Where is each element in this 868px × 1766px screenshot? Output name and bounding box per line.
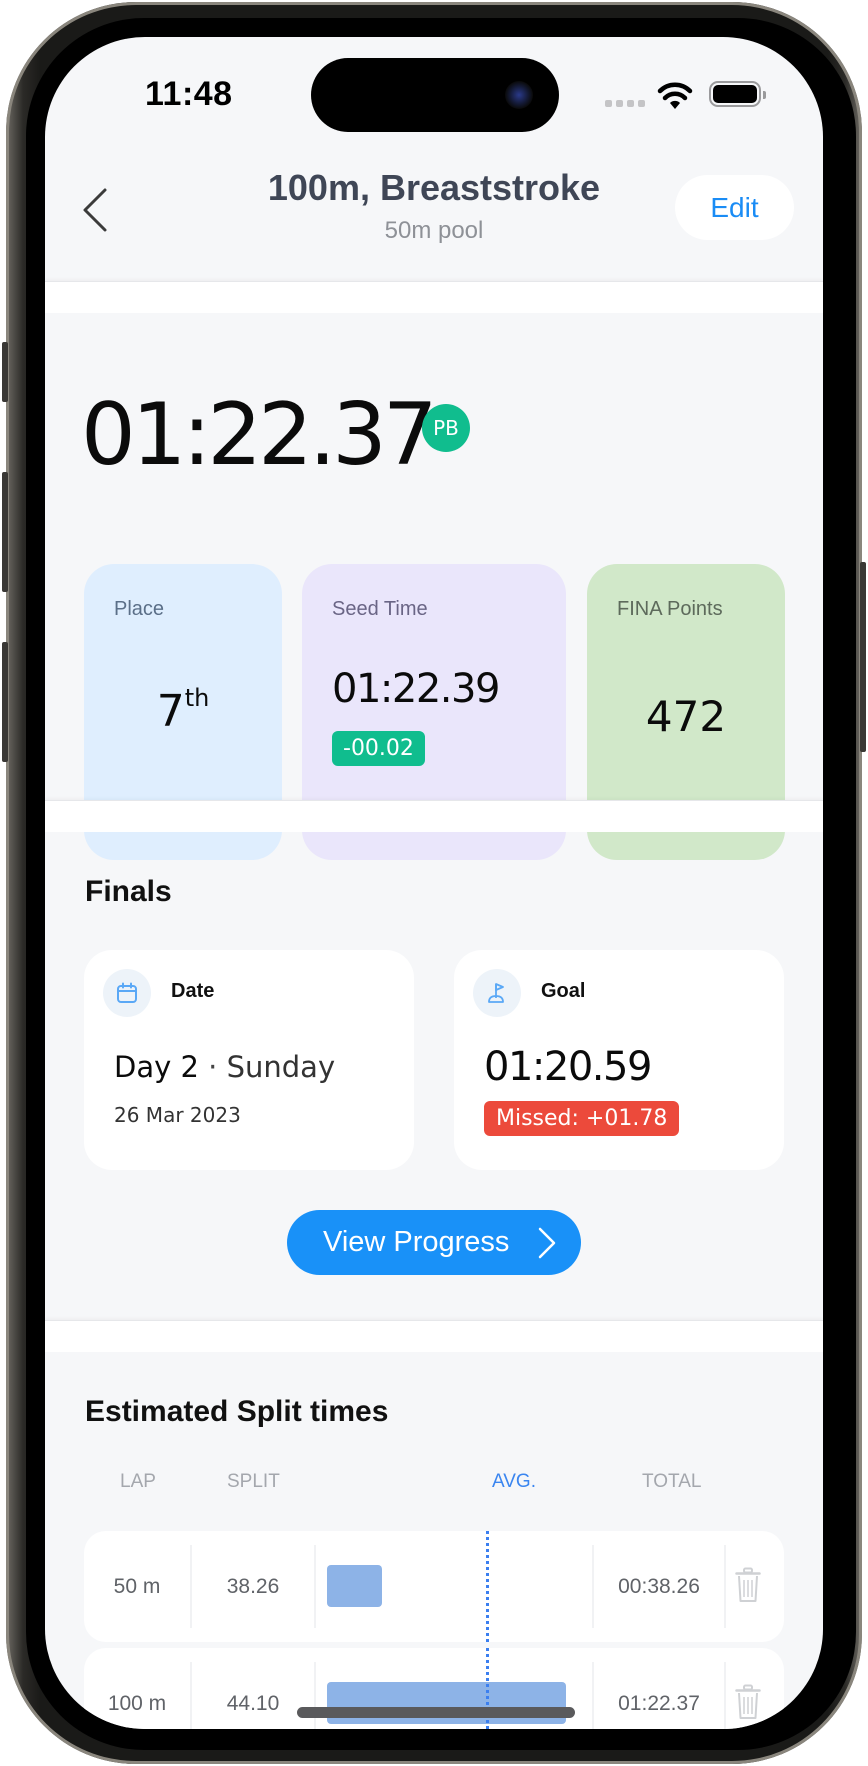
column-divider bbox=[314, 1545, 316, 1628]
col-avg: AVG. bbox=[492, 1471, 536, 1492]
split-lap: 50 m bbox=[113, 1574, 161, 1598]
chevron-right-icon bbox=[538, 1227, 556, 1259]
date-card: Date Day 2 · Sunday 26 Mar 2023 bbox=[84, 950, 414, 1170]
day-separator: · bbox=[208, 1050, 218, 1084]
pb-badge: PB bbox=[422, 404, 470, 452]
split-lap: 100 m bbox=[107, 1691, 167, 1715]
camera-icon bbox=[505, 81, 533, 109]
wifi-icon bbox=[657, 82, 693, 109]
action-button bbox=[2, 342, 8, 402]
place-label: Place bbox=[114, 598, 165, 620]
column-divider bbox=[314, 1662, 316, 1729]
edit-button[interactable]: Edit bbox=[675, 175, 794, 240]
place-suffix: th bbox=[184, 684, 210, 712]
splits-column-headers: LAP SPLIT AVG. TOTAL bbox=[84, 1471, 784, 1499]
day-number: Day 2 bbox=[114, 1050, 199, 1084]
app-screen: 11:48 100m, Breaststroke 50m pool Edit 0… bbox=[45, 37, 823, 1729]
seed-diff-badge: -00.02 bbox=[332, 731, 425, 766]
section-divider bbox=[45, 281, 823, 313]
fina-points-value: 472 bbox=[645, 692, 727, 741]
goal-label: Goal bbox=[541, 980, 586, 1002]
split-row: 50 m 38.26 00:38.26 bbox=[84, 1531, 784, 1642]
goal-card: Goal 01:20.59 Missed: +01.78 bbox=[454, 950, 784, 1170]
splits-title: Estimated Split times bbox=[85, 1395, 389, 1428]
split-time: 38.26 bbox=[226, 1574, 280, 1598]
place-value: 7th bbox=[84, 684, 282, 737]
seed-time-label: Seed Time bbox=[332, 598, 428, 620]
goal-status-badge: Missed: +01.78 bbox=[484, 1101, 680, 1136]
col-total: TOTAL bbox=[642, 1471, 702, 1492]
col-split: SPLIT bbox=[227, 1471, 280, 1492]
section-divider bbox=[45, 800, 823, 832]
fina-points-label: FINA Points bbox=[617, 598, 723, 620]
weekday: Sunday bbox=[226, 1050, 336, 1084]
trash-icon[interactable] bbox=[735, 1567, 761, 1603]
calendar-icon bbox=[103, 969, 151, 1017]
trash-icon[interactable] bbox=[735, 1684, 761, 1720]
column-divider bbox=[724, 1662, 726, 1729]
split-total: 01:22.37 bbox=[618, 1691, 700, 1715]
cellular-signal-icon bbox=[605, 100, 645, 107]
split-bar bbox=[327, 1565, 382, 1607]
date-label: Date bbox=[171, 980, 215, 1002]
seed-time-value: 01:22.39 bbox=[332, 666, 500, 712]
volume-up-button bbox=[2, 472, 8, 592]
split-time: 44.10 bbox=[226, 1691, 280, 1715]
home-indicator[interactable] bbox=[297, 1707, 575, 1718]
finals-title: Finals bbox=[85, 875, 172, 908]
date-day: Day 2 · Sunday bbox=[114, 1050, 335, 1084]
power-button bbox=[860, 562, 866, 752]
volume-down-button bbox=[2, 642, 8, 762]
column-divider bbox=[724, 1545, 726, 1628]
goal-time: 01:20.59 bbox=[484, 1044, 652, 1090]
flag-icon bbox=[473, 969, 521, 1017]
section-divider bbox=[45, 1320, 823, 1352]
dynamic-island bbox=[311, 58, 559, 132]
view-progress-label: View Progress bbox=[323, 1226, 510, 1258]
col-lap: LAP bbox=[120, 1471, 156, 1492]
result-time: 01:22.37 bbox=[81, 385, 438, 485]
avg-marker-line bbox=[486, 1531, 489, 1642]
date-full: 26 Mar 2023 bbox=[114, 1103, 241, 1127]
place-number: 7 bbox=[156, 686, 185, 737]
status-time: 11:48 bbox=[145, 75, 233, 113]
split-total: 00:38.26 bbox=[618, 1574, 700, 1598]
battery-icon bbox=[709, 81, 766, 107]
view-progress-button[interactable]: View Progress bbox=[287, 1210, 581, 1275]
